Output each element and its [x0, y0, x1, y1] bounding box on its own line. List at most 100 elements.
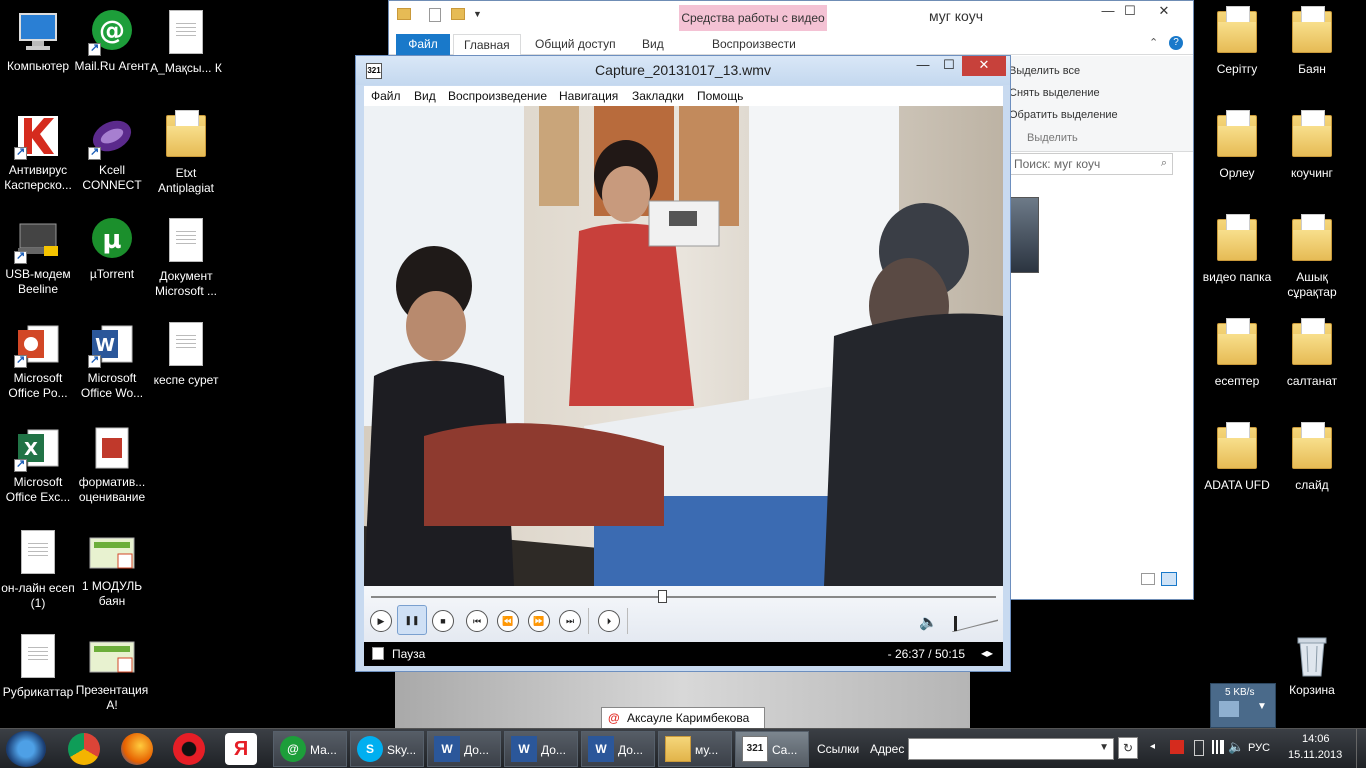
explorer-search-input[interactable]: Поиск: муг коуч ⌕	[1009, 153, 1173, 175]
tray-network-icon[interactable]	[1194, 740, 1204, 756]
next-button[interactable]: ⏭	[559, 610, 581, 632]
taskbar-button-word-2[interactable]: W До...	[504, 731, 578, 767]
menu-playback[interactable]: Воспроизведение	[448, 89, 547, 103]
video-tools-context-tab[interactable]: Средства работы с видео	[679, 5, 827, 31]
desktop-icon-kcell[interactable]: Kcell CONNECT	[74, 112, 150, 193]
desktop-icon-folder-slide[interactable]: слайд	[1274, 422, 1350, 493]
desktop-icon-word[interactable]: W Microsoft Office Wo...	[74, 320, 150, 401]
show-desktop-button[interactable]	[1356, 729, 1366, 768]
explorer-titlebar[interactable]: ▼ Средства работы с видео муг коуч — ☐ ✕	[389, 1, 1193, 31]
desktop-icon-folder-seritgu[interactable]: Серітгу	[1199, 6, 1275, 77]
clock-date[interactable]: 15.11.2013	[1288, 749, 1342, 761]
minimize-button[interactable]: —	[910, 56, 936, 76]
tray-volume-icon[interactable]: 🔈	[1228, 739, 1244, 755]
desktop-icon-kaspersky[interactable]: Антивирус Касперско...	[0, 112, 76, 193]
desktop-icon-utorrent[interactable]: µ µTorrent	[74, 216, 150, 282]
taskbar-button-media-player[interactable]: 321 Ca...	[735, 731, 809, 767]
desktop-icon-presentation[interactable]: Презентация А!	[74, 632, 150, 713]
menu-help[interactable]: Помощь	[697, 89, 743, 103]
fast-forward-button[interactable]: ⏩	[528, 610, 550, 632]
maximize-button[interactable]: ☐	[936, 56, 962, 76]
address-input[interactable]: ▼	[908, 738, 1114, 760]
desktop-icon-kespe[interactable]: кеспе сурет	[148, 320, 224, 388]
close-button[interactable]: ✕	[962, 56, 1006, 76]
menu-navigation[interactable]: Навигация	[559, 89, 618, 103]
desktop-icon-folder-saltanat[interactable]: салтанат	[1274, 318, 1350, 389]
large-icons-view-icon[interactable]	[1161, 572, 1177, 586]
player-titlebar[interactable]: 321 Capture_20131017_13.wmv — ☐ ✕	[356, 56, 1010, 85]
video-frame[interactable]	[364, 106, 1003, 586]
close-button[interactable]: ✕	[1151, 3, 1177, 21]
desktop-icon-folder-video[interactable]: видео папка	[1199, 214, 1275, 285]
tab-file[interactable]: Файл	[396, 34, 450, 55]
desktop-icon-folder-questions[interactable]: Ашық сұрақтар	[1274, 214, 1350, 300]
menu-file[interactable]: Файл	[371, 89, 401, 103]
tab-share[interactable]: Общий доступ	[525, 34, 626, 55]
seek-thumb[interactable]	[658, 590, 667, 603]
select-all-button[interactable]: Выделить все	[1009, 65, 1080, 77]
media-player-window[interactable]: 321 Capture_20131017_13.wmv — ☐ ✕ Файл В…	[355, 55, 1011, 672]
tray-chevron-icon[interactable]: ◂	[1150, 741, 1155, 752]
chrome-icon[interactable]	[68, 733, 100, 765]
taskbar-button-skype[interactable]: S Sky...	[350, 731, 424, 767]
firefox-icon[interactable]	[121, 733, 153, 765]
menu-view[interactable]: Вид	[414, 89, 436, 103]
menu-bookmarks[interactable]: Закладки	[632, 89, 684, 103]
desktop-icon-computer[interactable]: Компьютер	[0, 8, 76, 74]
desktop-icon-folder-adata[interactable]: ADATA UFD	[1199, 422, 1275, 493]
tray-signal-icon[interactable]	[1212, 740, 1224, 754]
ribbon-collapse-icon[interactable]: ⌃	[1149, 36, 1158, 49]
desktop-icon-rubrics[interactable]: Рубрикаттар	[0, 632, 76, 700]
taskbar-button-explorer[interactable]: му...	[658, 731, 732, 767]
opera-icon[interactable]	[173, 733, 205, 765]
desktop-icon-folder-orleu[interactable]: Орлеу	[1199, 110, 1275, 181]
desktop-icon-recycle-bin[interactable]: Корзина	[1274, 632, 1350, 698]
desktop-icon-document-a[interactable]: А_Мақсы... К	[148, 8, 224, 76]
maximize-button[interactable]: ☐	[1117, 3, 1143, 21]
stop-button[interactable]: ■	[432, 610, 454, 632]
taskbar-button-mailru[interactable]: @ Ма...	[273, 731, 347, 767]
seek-bar[interactable]	[371, 590, 996, 603]
links-toolbar[interactable]: Ссылки	[817, 742, 859, 756]
desktop-icon-mailru-agent[interactable]: @ Mail.Ru Агент	[74, 8, 150, 74]
invert-selection-button[interactable]: Обратить выделение	[1009, 109, 1118, 121]
desktop-icon-excel[interactable]: X Microsoft Office Exc...	[0, 424, 76, 505]
volume-slider[interactable]	[952, 614, 998, 632]
taskbar-button-word-3[interactable]: W До...	[581, 731, 655, 767]
desktop-icon-folder-bayan[interactable]: Баян	[1274, 6, 1350, 77]
start-button[interactable]	[6, 731, 46, 767]
quick-access-properties-icon[interactable]	[429, 8, 441, 22]
desktop-icon-folder-coaching[interactable]: коучинг	[1274, 110, 1350, 181]
refresh-icon[interactable]: ↻	[1118, 737, 1138, 759]
video-file-thumbnail[interactable]	[1009, 197, 1039, 273]
quick-access-new-folder-icon[interactable]	[451, 8, 465, 20]
tab-view[interactable]: Вид	[632, 34, 674, 55]
clock-time[interactable]: 14:06	[1302, 733, 1330, 745]
tray-app-icon[interactable]	[1170, 740, 1184, 754]
desktop-icon-formative[interactable]: форматив... оценивание	[74, 424, 150, 505]
desktop-icon-document-ms[interactable]: Документ Microsoft ...	[148, 216, 224, 299]
details-view-icon[interactable]	[1141, 573, 1155, 585]
quick-access-dropdown-icon[interactable]: ▼	[473, 9, 482, 19]
desktop-icon-powerpoint[interactable]: Microsoft Office Po...	[0, 320, 76, 401]
rewind-button[interactable]: ⏪	[497, 610, 519, 632]
audio-mode-icon[interactable]: ◂▸	[981, 646, 993, 660]
language-indicator[interactable]: РУС	[1248, 742, 1270, 754]
tab-play[interactable]: Воспроизвести	[702, 34, 806, 55]
help-icon[interactable]: ?	[1169, 36, 1183, 50]
desktop-icon-module[interactable]: 1 МОДУЛЬ баян	[74, 528, 150, 609]
desktop-icon-etxt[interactable]: Etxt Antiplagiat	[148, 110, 224, 196]
taskbar-button-word-1[interactable]: W До...	[427, 731, 501, 767]
frame-step-button[interactable]: ⏵	[598, 610, 620, 632]
desktop-icon-online[interactable]: он-лайн есеп (1)	[0, 528, 76, 611]
chevron-down-icon[interactable]: ▼	[1099, 742, 1109, 753]
desktop-icon-usb-modem[interactable]: USB-модем Beeline	[0, 216, 76, 297]
contact-notification[interactable]: @ Аксауле Каримбекова	[601, 707, 765, 729]
pause-button[interactable]: ❚❚	[397, 605, 427, 635]
select-none-button[interactable]: Снять выделение	[1009, 87, 1100, 99]
yandex-browser-icon[interactable]: Я	[225, 733, 257, 765]
desktop-icon-folder-esepter[interactable]: есептер	[1199, 318, 1275, 389]
play-button[interactable]: ▶	[370, 610, 392, 632]
volume-icon[interactable]: 🔈	[919, 613, 938, 631]
tab-home[interactable]: Главная	[453, 34, 521, 55]
